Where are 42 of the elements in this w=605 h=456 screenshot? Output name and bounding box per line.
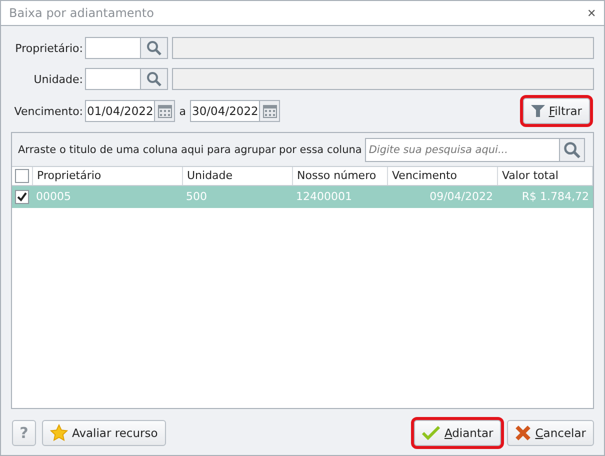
search-icon	[146, 40, 162, 56]
calendar-button[interactable]	[260, 100, 280, 122]
search-icon	[146, 71, 162, 87]
column-header[interactable]: Valor total	[498, 167, 593, 185]
field-label: Unidade:	[32, 72, 83, 86]
search-icon	[563, 141, 581, 159]
date-field[interactable]: 30/04/2022	[190, 100, 260, 122]
column-header[interactable]: Unidade	[183, 167, 293, 185]
grid-search-button[interactable]	[560, 138, 585, 162]
calendar-button[interactable]	[155, 100, 176, 122]
row-checkbox[interactable]	[15, 190, 29, 204]
table-cell-text: 500	[185, 189, 208, 205]
select-all-checkbox[interactable]	[15, 169, 29, 183]
column-header[interactable]: Vencimento	[388, 167, 498, 185]
cancel-button[interactable]: Cancelar	[507, 420, 594, 446]
search-button[interactable]	[141, 37, 168, 59]
column-header[interactable]: Nosso número	[293, 167, 388, 185]
search-button[interactable]	[141, 68, 168, 90]
filter-button[interactable]: Filtrar	[522, 98, 590, 124]
code-field[interactable]	[85, 37, 141, 59]
field-label: Proprietário:	[14, 42, 83, 54]
star-icon	[50, 424, 68, 442]
table-cell-text: 09/04/2022	[428, 189, 494, 205]
field-label: Vencimento:	[13, 104, 83, 118]
calendar-icon	[262, 104, 277, 118]
grid-search-field[interactable]: Digite sua pesquisa aqui...	[364, 138, 560, 162]
rate-feature-button[interactable]: Avaliar recurso	[42, 420, 166, 446]
table-cell-text: 00005	[35, 189, 72, 205]
window-title: Baixa por adiantamento	[9, 6, 155, 20]
group-hint: Arraste o titulo de uma coluna aqui para agrupar por essa coluna	[18, 144, 362, 156]
table-cell-text: R$ 1.784,72	[520, 189, 590, 205]
close-button[interactable]: ✕	[587, 6, 596, 20]
code-field[interactable]	[85, 68, 141, 90]
funnel-icon	[530, 104, 545, 118]
table-cell-text: 12400001	[295, 189, 353, 205]
date-field[interactable]: 01/04/2022	[85, 100, 156, 122]
checkmark-icon	[422, 425, 440, 441]
column-header[interactable]: Proprietário	[33, 167, 183, 185]
range-separator: a	[179, 104, 186, 118]
calendar-icon	[158, 104, 172, 118]
cross-icon	[515, 425, 532, 441]
confirm-button[interactable]: Adiantar	[414, 420, 502, 446]
